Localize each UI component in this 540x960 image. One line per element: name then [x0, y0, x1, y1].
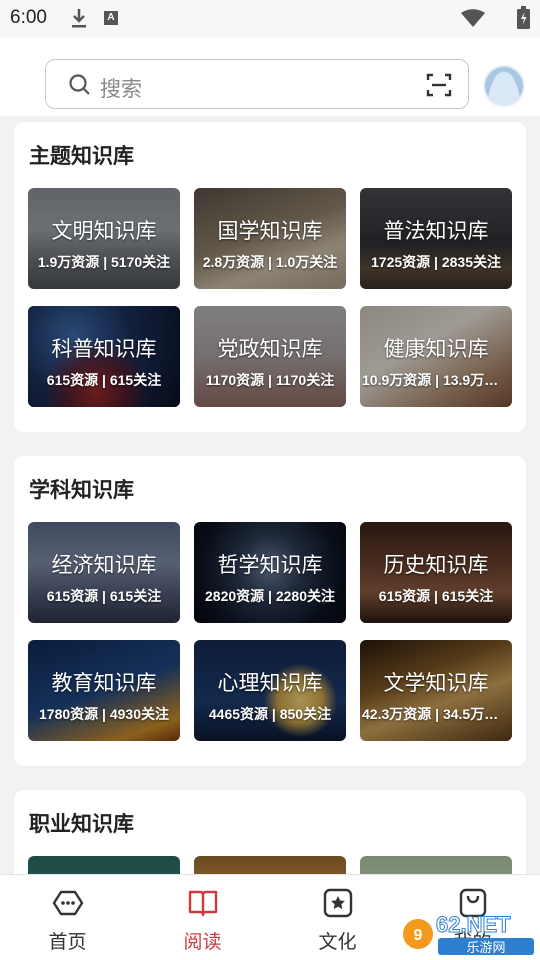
battery-icon	[517, 6, 530, 29]
nav-label: 阅读	[183, 932, 222, 953]
star-icon	[323, 888, 352, 918]
tile-stats: 615资源 | 615关注	[378, 588, 494, 604]
tile-science[interactable]: 科普知识库 615资源 | 615关注	[28, 306, 180, 407]
tile-stats: 1170资源 | 1170关注	[205, 372, 335, 388]
tile-psychology[interactable]: 心理知识库 4465资源 | 850关注	[194, 640, 346, 741]
tile-name: 文明知识库	[51, 220, 157, 243]
section-title: 主题知识库	[29, 145, 134, 168]
svg-text:62.NET: 62.NET	[436, 912, 511, 937]
wifi-icon	[461, 9, 485, 27]
tile-stats: 2820资源 | 2280关注	[205, 588, 335, 604]
tile-literature[interactable]: 文学知识库 42.3万资源 | 34.5万关注	[360, 640, 512, 741]
tile-chinese-studies[interactable]: 国学知识库 2.8万资源 | 1.0万关注	[194, 188, 346, 289]
status-bar: 6:00 A	[0, 0, 540, 38]
tile-name: 党政知识库	[217, 338, 323, 361]
section-subject-library: 学科知识库 经济知识库 615资源 | 615关注 哲学知识库 2820资源 |…	[14, 456, 526, 766]
tile-stats: 4465资源 | 850关注	[208, 706, 332, 722]
avatar[interactable]	[483, 65, 525, 107]
watermark-logo: 9 62.NET 乐游网	[403, 912, 534, 956]
nav-label: 文化	[318, 932, 357, 953]
tile-name: 经济知识库	[51, 554, 157, 577]
tile-stats: 1780资源 | 4930关注	[39, 706, 169, 722]
section-theme-library: 主题知识库 文明知识库 1.9万资源 | 5170关注 国学知识库 2.8万资源…	[14, 122, 526, 432]
nav-label: 首页	[48, 932, 87, 953]
scan-icon[interactable]	[426, 72, 452, 98]
tile-law[interactable]: 普法知识库 1725资源 | 2835关注	[360, 188, 512, 289]
home-icon	[52, 890, 83, 916]
status-time: 6:00	[10, 7, 47, 28]
tile-name: 哲学知识库	[217, 554, 323, 577]
search-header: 搜索	[0, 38, 540, 116]
svg-text:9: 9	[414, 927, 423, 944]
nav-culture[interactable]: 文化	[270, 875, 405, 960]
tile-name: 健康知识库	[383, 338, 489, 361]
tile-health[interactable]: 健康知识库 10.9万资源 | 13.9万关注	[360, 306, 512, 407]
tile-stats: 2.8万资源 | 1.0万关注	[202, 254, 338, 270]
tile-economics[interactable]: 经济知识库 615资源 | 615关注	[28, 522, 180, 623]
tile-name: 普法知识库	[383, 220, 489, 243]
section-title: 学科知识库	[29, 479, 134, 502]
download-icon	[72, 9, 86, 28]
tile-history[interactable]: 历史知识库 615资源 | 615关注	[360, 522, 512, 623]
notification-a-icon: A	[104, 11, 118, 25]
tile-stats: 615资源 | 615关注	[46, 588, 162, 604]
tile-name: 教育知识库	[51, 672, 157, 695]
nav-home[interactable]: 首页	[0, 875, 135, 960]
tile-name: 历史知识库	[383, 554, 489, 577]
nav-read[interactable]: 阅读	[135, 875, 270, 960]
search-input[interactable]: 搜索	[45, 59, 469, 109]
svg-text:乐游网: 乐游网	[466, 941, 505, 956]
tile-party-politics[interactable]: 党政知识库 1170资源 | 1170关注	[194, 306, 346, 407]
tile-stats: 615资源 | 615关注	[46, 372, 162, 388]
tile-education[interactable]: 教育知识库 1780资源 | 4930关注	[28, 640, 180, 741]
tile-stats: 1725资源 | 2835关注	[371, 254, 501, 270]
tile-name: 心理知识库	[217, 672, 323, 695]
tile-name: 科普知识库	[51, 338, 157, 361]
tile-civilization[interactable]: 文明知识库 1.9万资源 | 5170关注	[28, 188, 180, 289]
tile-stats: 1.9万资源 | 5170关注	[37, 254, 171, 270]
search-icon	[69, 74, 90, 95]
tile-name: 文学知识库	[383, 672, 489, 695]
tile-stats: 42.3万资源 | 34.5万关注	[362, 706, 510, 722]
search-placeholder: 搜索	[100, 78, 142, 101]
book-icon	[188, 890, 217, 917]
tile-name: 国学知识库	[217, 220, 323, 243]
tile-philosophy[interactable]: 哲学知识库 2820资源 | 2280关注	[194, 522, 346, 623]
tile-stats: 10.9万资源 | 13.9万关注	[362, 372, 510, 388]
section-title: 职业知识库	[29, 813, 134, 836]
